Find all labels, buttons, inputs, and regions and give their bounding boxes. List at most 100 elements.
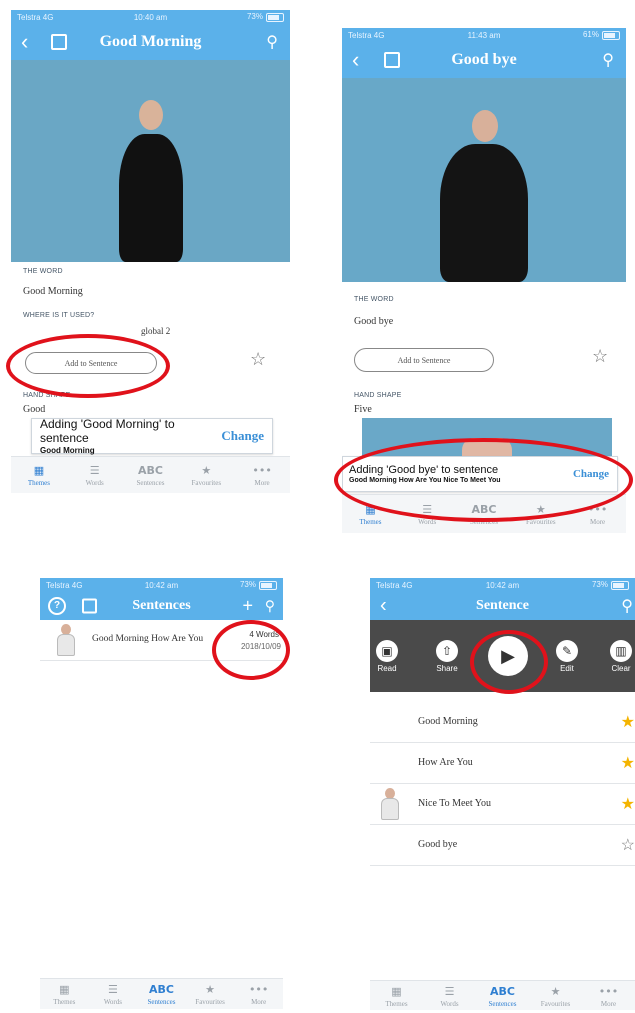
star-icon: ★ [550,984,561,998]
word-text: How Are You [418,757,473,768]
tab-themes[interactable]: ▦ Themes [11,457,67,493]
nav-bar: ‹ Good bye ⚲ [342,42,626,78]
status-bar: Telstra 4G 11:43 am 61% [342,28,626,42]
highlight-add-button [6,334,170,398]
favourite-star-icon[interactable]: ☆ [592,346,608,367]
tab-label: Themes [359,517,382,526]
tab-bar: ▦ Themes ☰ Words ABC Sentences ★ Favourites … [40,978,283,1009]
signer-figure [111,98,191,262]
hand-shape-label: HAND SHAPE [354,392,402,399]
edit-label: Edit [560,664,574,673]
tab-themes[interactable]: ▦ Themes [40,979,89,1009]
word-text: Good Morning [418,716,478,727]
tab-words[interactable]: ☰ Words [423,981,476,1010]
search-icon[interactable]: ⚲ [266,32,278,52]
page-title: Sentence [476,598,529,613]
read-button[interactable]: ▣ Read [372,640,402,673]
tab-favourites[interactable]: ★ Favourites [186,979,235,1009]
favourite-star-icon[interactable]: ★ [621,712,635,732]
toast-message: Adding 'Good Morning' to sentence [40,417,175,445]
search-icon[interactable]: ⚲ [621,596,633,616]
page-title: Good bye [451,51,517,68]
search-icon[interactable]: ⚲ [602,50,614,70]
word-row[interactable]: Good bye ☆ [370,825,635,866]
signer-thumbnail [380,788,400,820]
nav-bar: ‹ Good Morning ⚲ [11,24,290,60]
status-bar: Telstra 4G 10:40 am 73% [11,10,290,24]
sign-video[interactable] [11,60,290,262]
plus-icon[interactable]: + [242,596,253,617]
tab-themes[interactable]: ▦ Themes [370,981,423,1010]
tab-label: Words [85,478,104,487]
tab-label: Sentences [147,997,176,1006]
highlight-toast [334,438,633,522]
nav-bar: ‹ Sentence ⚲ [370,592,635,620]
signer-body [440,144,528,282]
status-bar: Telstra 4G 10:42 am 73% [370,578,635,592]
tab-label: Sentences [136,478,165,487]
nav-bar: ? Sentences + ⚲ [40,592,283,620]
tab-words[interactable]: ☰ Words [67,457,123,493]
tab-bar: ▦ Themes ☰ Words ABC Sentences ★ Favourites … [370,980,635,1010]
favourite-star-outline-icon[interactable]: ☆ [621,835,635,855]
tab-words[interactable]: ☰ Words [89,979,138,1009]
clear-button[interactable]: ▥ Clear [607,640,635,673]
word-row[interactable]: How Are You ★ [370,743,635,784]
tab-label: More [590,517,606,526]
signer-thumbnail [56,624,76,656]
tab-label: More [600,999,617,1008]
more-icon: ••• [248,982,269,996]
where-used-label: WHERE IS IT USED? [23,312,95,319]
pencil-icon: ✎ [556,640,578,662]
tab-sentences[interactable]: ABC Sentences [476,981,529,1010]
status-bar: Telstra 4G 10:42 am 73% [40,578,283,592]
tab-favourites[interactable]: ★ Favourites [529,981,582,1010]
more-icon: ••• [598,984,619,998]
the-word-value: Good Morning [23,286,83,297]
edit-button[interactable]: ✎ Edit [552,640,582,673]
tab-favourites[interactable]: ★ Favourites [178,457,234,493]
word-row[interactable]: Good Morning ★ [370,702,635,743]
themes-icon: ▦ [391,984,402,998]
themes-icon: ▦ [59,982,70,996]
battery-label: 73% [246,12,263,22]
add-to-sentence-button[interactable]: Add to Sentence [354,348,494,372]
favourite-star-icon[interactable]: ★ [621,753,635,773]
battery-icon [602,30,620,40]
battery-icon [611,580,629,590]
tab-sentences[interactable]: ABC Sentences [123,457,179,493]
signer-figure [434,110,534,282]
tab-more[interactable]: ••• More [582,981,635,1010]
share-icon: ⇧ [436,640,458,662]
abc-icon: ABC [490,984,515,998]
tab-label: Favourites [195,997,225,1006]
tab-label: More [251,997,267,1006]
screen-good-morning: Telstra 4G 10:40 am 73% ‹ Good Morning ⚲… [11,10,290,496]
search-icon[interactable]: ⚲ [265,598,275,615]
tab-more[interactable]: ••• More [234,979,283,1009]
tab-more[interactable]: ••• More [234,457,290,493]
favourite-star-icon[interactable]: ★ [621,794,635,814]
tab-sentences[interactable]: ABC Sentences [137,979,186,1009]
tab-label: Words [103,997,122,1006]
list-icon: ☰ [89,463,100,477]
tab-bar: ▦ Themes ☰ Words ABC Sentences ★ Favourites … [11,456,290,493]
list-icon: ☰ [107,982,118,996]
word-text: Good bye [418,839,458,850]
clear-label: Clear [611,664,631,673]
word-row[interactable]: Nice To Meet You ★ [370,784,635,825]
toast-change-button[interactable]: Change [221,428,264,444]
toast-sentence: Good Morning [40,446,95,455]
battery-label: 73% [591,580,608,590]
share-button[interactable]: ⇧ Share [432,640,462,673]
star-icon: ★ [205,982,216,996]
more-icon: ••• [252,463,272,477]
battery-icon [266,12,284,22]
highlight-word-count [212,620,290,680]
tab-label: Themes [385,999,408,1008]
tab-label: Words [440,999,459,1008]
read-label: Read [377,664,397,673]
sign-video[interactable] [342,78,626,282]
favourite-star-icon[interactable]: ☆ [250,349,266,370]
the-word-value: Good bye [354,316,394,327]
